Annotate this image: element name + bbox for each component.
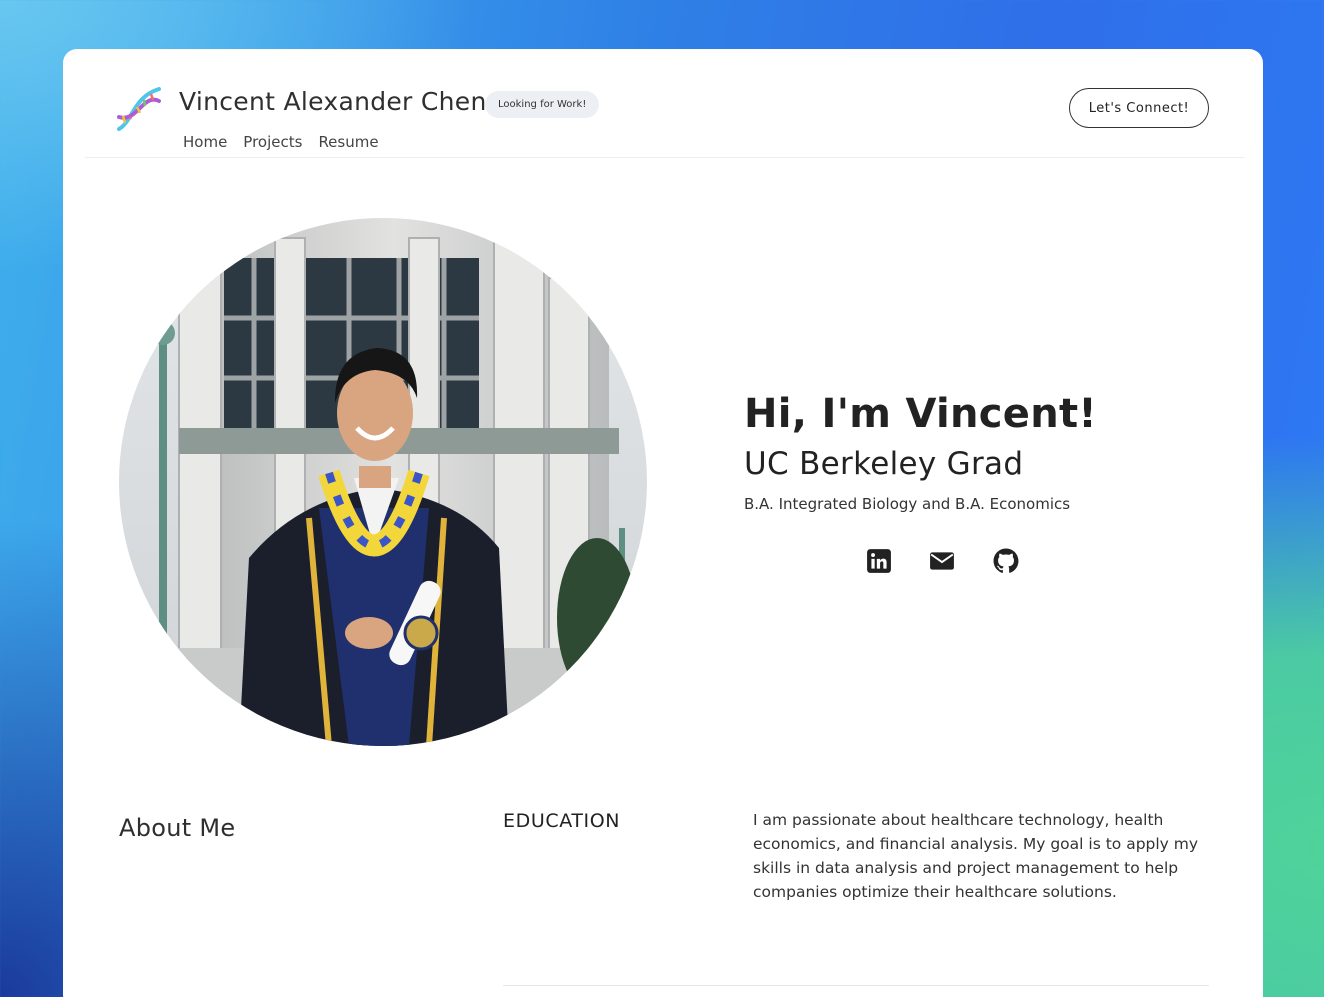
education-heading: EDUCATION — [503, 810, 621, 832]
nav-resume[interactable]: Resume — [318, 133, 378, 151]
hero-text: Hi, I'm Vincent! UC Berkeley Grad B.A. I… — [744, 391, 1097, 513]
github-icon[interactable] — [993, 548, 1019, 574]
nav-links: Home Projects Resume — [183, 133, 379, 151]
profile-photo — [119, 218, 647, 746]
nav-home[interactable]: Home — [183, 133, 227, 151]
nav-projects[interactable]: Projects — [243, 133, 302, 151]
navbar: Vincent Alexander Chen Looking for Work!… — [85, 49, 1245, 158]
page-card: Vincent Alexander Chen Looking for Work!… — [63, 49, 1263, 997]
degree-text: B.A. Integrated Biology and B.A. Economi… — [744, 495, 1071, 513]
subtitle-heading: UC Berkeley Grad — [744, 446, 1024, 482]
email-icon[interactable] — [929, 548, 955, 574]
greeting-heading: Hi, I'm Vincent! — [744, 391, 1097, 437]
about-body: I am passionate about healthcare technol… — [753, 811, 1199, 901]
linkedin-icon[interactable] — [866, 548, 892, 574]
about-title: About Me — [119, 814, 236, 842]
section-divider — [503, 985, 1209, 986]
brand-name[interactable]: Vincent Alexander Chen — [179, 87, 487, 116]
connect-button[interactable]: Let's Connect! — [1069, 88, 1209, 128]
status-badge: Looking for Work! — [485, 91, 600, 118]
dna-helix-icon[interactable] — [113, 83, 165, 135]
